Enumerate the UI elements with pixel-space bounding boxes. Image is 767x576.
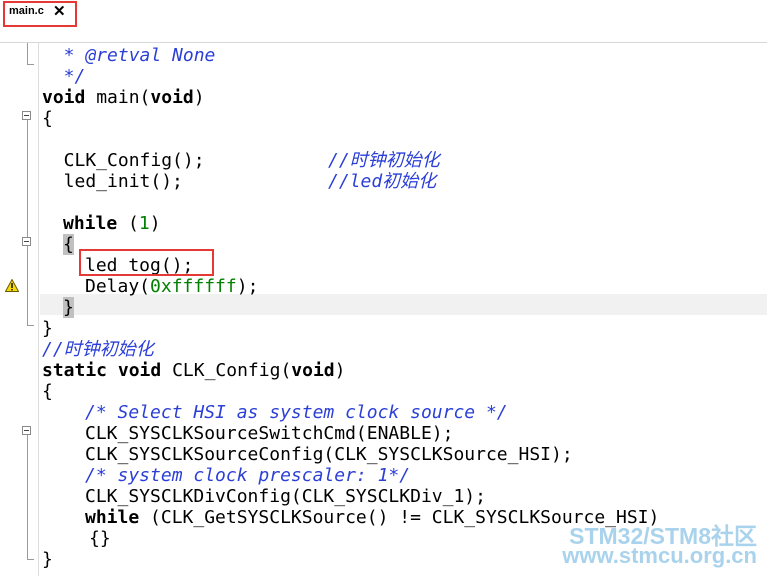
tab-label: main.c xyxy=(9,5,44,17)
code-comment: //时钟初始化 xyxy=(328,150,440,171)
code-line: CLK_SYSCLKDivConfig(CLK_SYSCLKDiv_1); xyxy=(85,486,486,507)
tab-main-c[interactable]: main.c ✕ xyxy=(3,1,77,27)
fold-line xyxy=(27,120,28,325)
editor-gutter xyxy=(0,43,39,576)
code-line: { xyxy=(63,234,74,255)
fold-line xyxy=(27,43,28,65)
keyword: while xyxy=(85,507,140,528)
code-line: void main(void) xyxy=(42,87,205,108)
warning-icon[interactable] xyxy=(5,279,19,292)
tab-bar: main.c ✕ xyxy=(0,0,767,43)
code-line: { xyxy=(42,381,53,402)
code-line: {} xyxy=(89,528,111,549)
code-comment: //led初始化 xyxy=(328,171,437,192)
code-line: */ xyxy=(42,66,86,87)
fold-toggle-icon[interactable] xyxy=(22,426,31,435)
close-icon[interactable]: ✕ xyxy=(53,3,66,21)
code-line: { xyxy=(42,108,53,129)
fold-line xyxy=(27,435,28,559)
keyword: while xyxy=(63,213,118,234)
code-comment: /* Select HSI as system clock source */ xyxy=(85,402,508,423)
keyword: static xyxy=(42,360,108,381)
fold-end xyxy=(27,559,34,560)
keyword: void xyxy=(42,87,86,108)
code-comment: //时钟初始化 xyxy=(42,339,154,360)
code-comment: /* system clock prescaler: 1*/ xyxy=(85,465,411,486)
code-line: CLK_Config(); xyxy=(42,150,205,171)
code-line: led_init(); xyxy=(42,171,183,192)
code-line: } xyxy=(42,318,53,339)
fold-toggle-icon[interactable] xyxy=(22,237,31,246)
code-line: CLK_SYSCLKSourceSwitchCmd(ENABLE); xyxy=(85,423,454,444)
fold-toggle-icon[interactable] xyxy=(22,111,31,120)
fold-end xyxy=(27,325,34,326)
code-line: * @retval None xyxy=(42,45,216,66)
code-line: CLK_SYSCLKSourceConfig(CLK_SYSCLKSource_… xyxy=(85,444,573,465)
highlight-callout-box xyxy=(79,249,214,276)
keyword: void xyxy=(150,87,194,108)
current-line-highlight xyxy=(40,294,767,315)
code-line: Delay(0xffffff); xyxy=(85,276,259,297)
code-line: } xyxy=(63,297,74,318)
watermark-url: www.stmcu.org.cn xyxy=(562,543,757,568)
brace-match: { xyxy=(63,234,74,255)
keyword: void xyxy=(291,360,335,381)
code-line: while (1) xyxy=(63,213,161,234)
keyword: void xyxy=(117,360,162,381)
fold-end xyxy=(27,64,34,65)
code-line: static void CLK_Config(void) xyxy=(42,360,346,381)
code-line: } xyxy=(42,549,53,570)
brace-match: } xyxy=(63,297,74,318)
